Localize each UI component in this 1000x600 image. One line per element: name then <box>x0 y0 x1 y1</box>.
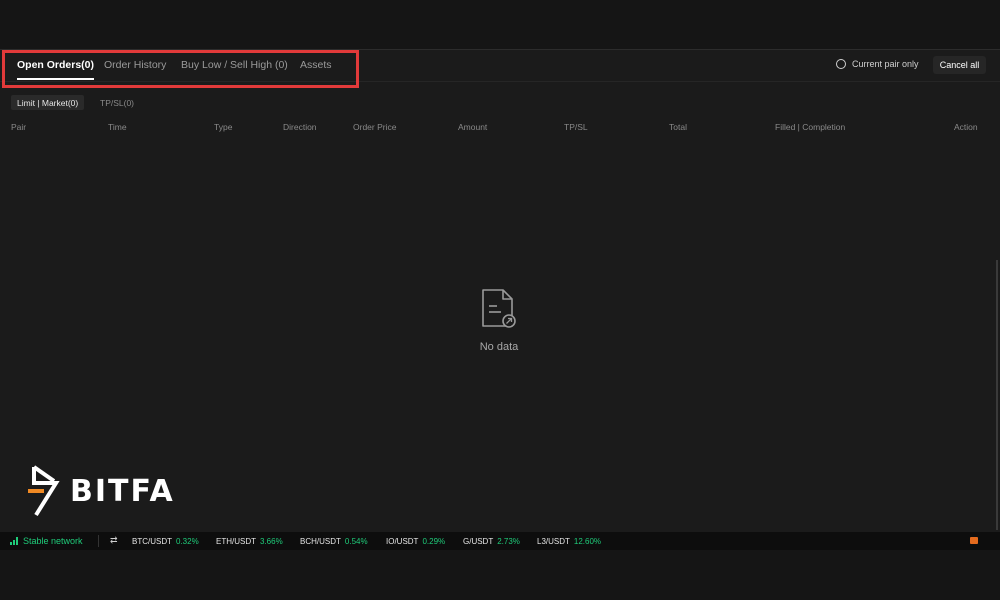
ticker-io[interactable]: IO/USDT 0.29% <box>386 537 445 546</box>
orders-panel: Open Orders(0) Order History Buy Low / S… <box>0 50 1000 532</box>
current-pair-only-toggle[interactable]: Current pair only <box>836 59 919 69</box>
swap-icon[interactable]: ⇄ <box>110 535 118 546</box>
column-header-amount: Amount <box>458 122 488 132</box>
scrollbar[interactable] <box>996 260 998 530</box>
ticker-pair: L3/USDT <box>537 537 570 546</box>
chat-icon[interactable] <box>970 537 978 544</box>
document-icon <box>482 289 516 328</box>
ticker-change: 0.32% <box>176 537 199 546</box>
subtab-tpsl[interactable]: TP/SL(0) <box>94 95 140 110</box>
bitfa-logo: BITFA <box>26 463 175 519</box>
ticker-change: 0.29% <box>422 537 446 546</box>
signal-icon <box>10 537 18 545</box>
status-divider <box>98 535 99 547</box>
ticker-change: 12.60% <box>573 537 602 546</box>
column-header-pair: Pair <box>11 122 27 132</box>
column-header-tpsl: TP/SL <box>564 122 588 132</box>
network-status: Stable network <box>10 536 83 546</box>
bitfa-logo-text: BITFA <box>70 473 175 509</box>
ticker-pair: ETH/USDT <box>216 537 256 546</box>
ticker-g[interactable]: G/USDT 2.73% <box>463 537 520 546</box>
current-pair-only-label: Current pair only <box>852 59 919 69</box>
empty-state-label: No data <box>479 341 519 353</box>
tabs-highlight-box <box>2 50 359 88</box>
column-header-order-price: Order Price <box>353 122 397 132</box>
column-header-filled-completion: Filled | Completion <box>775 122 846 132</box>
ticker-pair: IO/USDT <box>386 537 419 546</box>
ticker-btc[interactable]: BTC/USDT 0.32% <box>132 537 199 546</box>
column-header-action: Action <box>954 122 978 132</box>
column-header-time: Time <box>108 122 127 132</box>
ticker-change: 3.66% <box>260 537 283 546</box>
ticker-pair: BTC/USDT <box>132 537 172 546</box>
subtab-limit-market[interactable]: Limit | Market(0) <box>11 95 85 110</box>
network-status-label: Stable network <box>23 536 83 546</box>
ticker-l3[interactable]: L3/USDT 12.60% <box>537 537 601 546</box>
column-header-direction: Direction <box>283 122 317 132</box>
bitfa-logo-icon <box>28 465 60 517</box>
ticker-change: 0.54% <box>344 537 368 546</box>
empty-state: No data <box>470 288 528 353</box>
ticker-bch[interactable]: BCH/USDT 0.54% <box>300 537 368 546</box>
ticker-pair: G/USDT <box>463 537 494 546</box>
column-header-type: Type <box>214 122 233 132</box>
ticker-change: 2.73% <box>497 537 520 546</box>
column-header-total: Total <box>669 122 687 132</box>
bottom-strip <box>0 550 1000 600</box>
ticker-pair: BCH/USDT <box>300 537 341 546</box>
cancel-all-button[interactable]: Cancel all <box>933 56 986 74</box>
ticker-eth[interactable]: ETH/USDT 3.66% <box>216 537 283 546</box>
top-strip <box>0 0 1000 50</box>
radio-icon[interactable] <box>836 59 846 69</box>
status-bar: Stable network ⇄ BTC/USDT 0.32% ETH/USDT 3… <box>0 532 1000 550</box>
